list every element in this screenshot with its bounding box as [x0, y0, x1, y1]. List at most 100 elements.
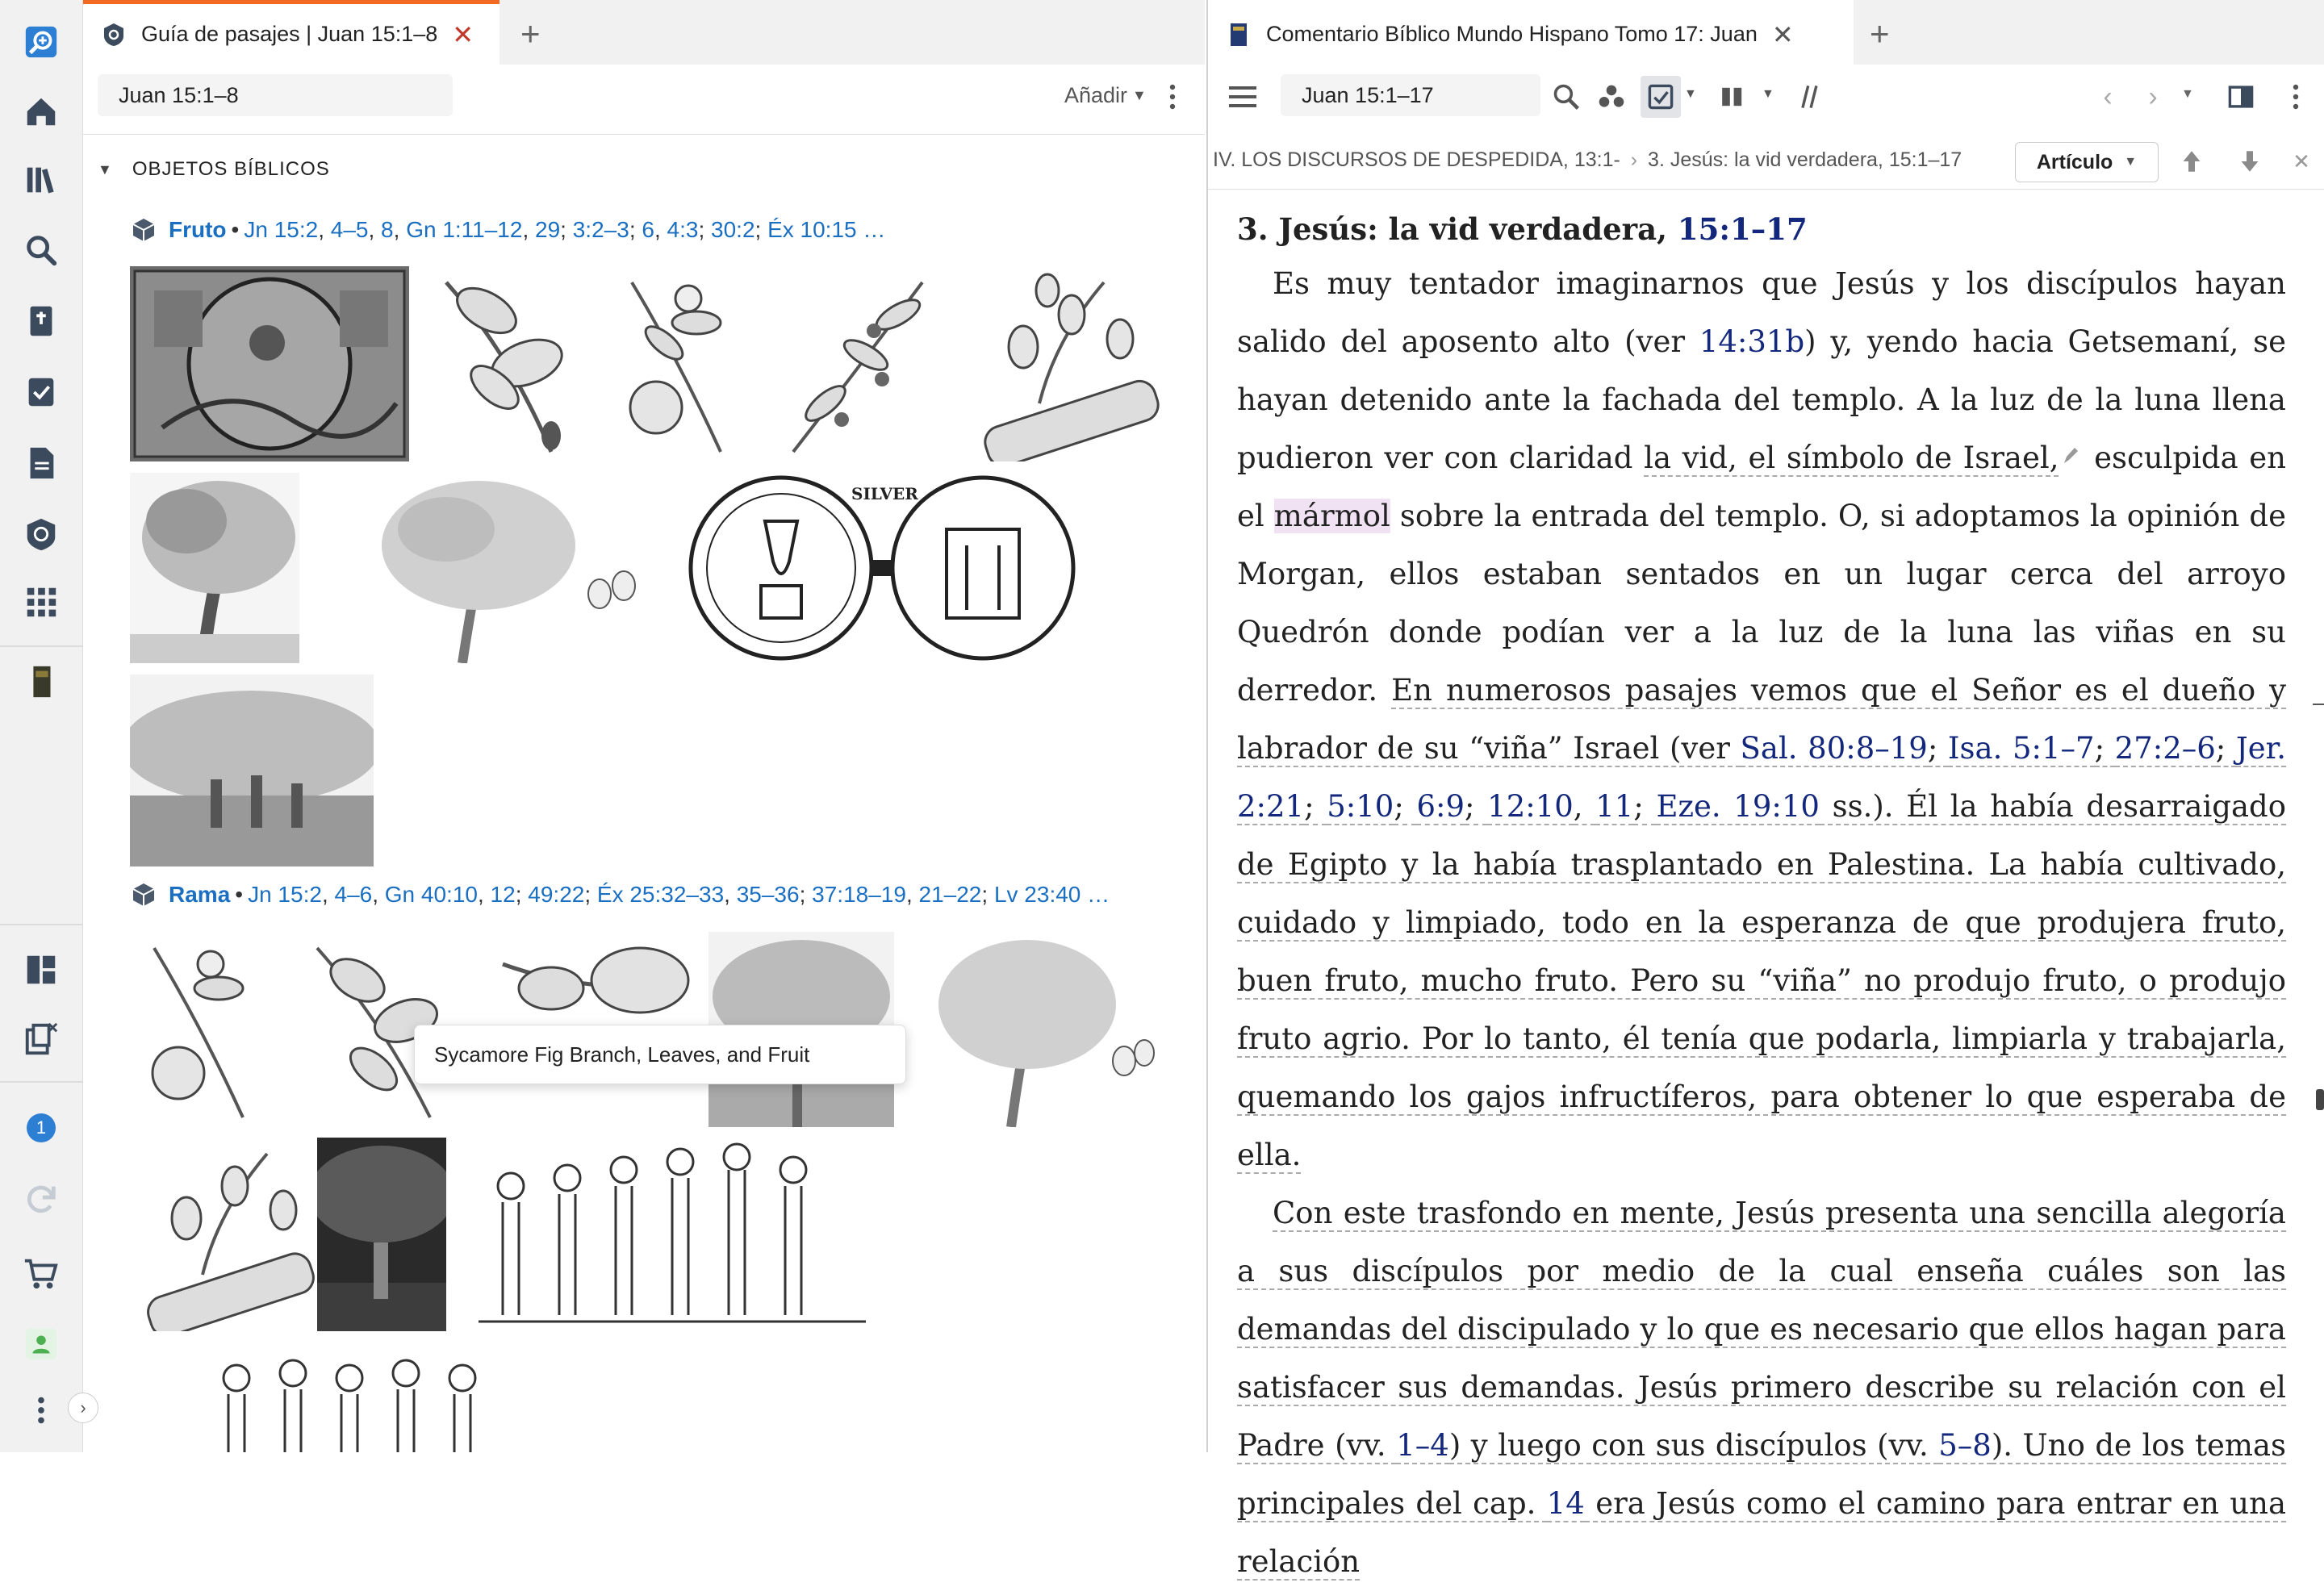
close-tab-icon[interactable]: ✕ [452, 19, 474, 50]
bible-book-icon[interactable] [17, 297, 65, 345]
panel-menu-icon[interactable] [2286, 81, 2305, 113]
verse-link[interactable]: 30:2 [711, 217, 755, 242]
breadcrumb-item[interactable]: 3. Jesús: la vid verdadera, 15:1–17 [1648, 148, 1962, 171]
verse-link[interactable]: 27:2–6 [2114, 731, 2216, 767]
heading-ref-link[interactable]: 15:1–17 [1678, 211, 1808, 247]
reference-input[interactable]: Juan 15:1–17 [1281, 74, 1540, 116]
verse-link[interactable]: 29 [535, 217, 560, 242]
verse-link[interactable]: 1–4 [1396, 1428, 1449, 1464]
scrollbar-thumb[interactable] [2316, 1089, 2324, 1110]
media-thumbnail-tree-scene[interactable] [130, 473, 299, 663]
recent-book-icon[interactable] [17, 658, 65, 706]
media-thumbnail-pomegranate-branch[interactable] [608, 266, 753, 461]
notifications-badge[interactable]: 1 [17, 1104, 65, 1152]
verse-link[interactable]: 35–36 [737, 882, 800, 907]
layouts-icon[interactable] [17, 946, 65, 994]
search-icon[interactable] [1550, 81, 1582, 113]
media-thumbnail-egyptian-procession-2[interactable] [204, 1346, 543, 1452]
clippings-icon[interactable] [17, 1015, 65, 1063]
media-thumbnail-mulberry-branch[interactable] [430, 266, 591, 461]
split-panel-icon[interactable] [2225, 81, 2257, 113]
hamburger-menu-icon[interactable] [1229, 81, 1256, 113]
breadcrumb-item[interactable]: IV. LOS DISCURSOS DE DESPEDIDA, 13:1- [1213, 148, 1620, 171]
previous-article-icon[interactable] [2176, 145, 2207, 177]
tab-passage-guide[interactable]: Guía de pasajes | Juan 15:1–8 ✕ [83, 0, 499, 65]
verse-link[interactable]: Jn 15:2 [248, 882, 322, 907]
verse-link[interactable]: 37:18–19 [812, 882, 906, 907]
verse-link[interactable]: Sal. 80:8–19 [1740, 731, 1928, 767]
media-thumbnail-silver-coin[interactable]: SILVER [672, 473, 1092, 663]
back-arrow-icon[interactable]: ‹ [2096, 81, 2120, 112]
verse-link[interactable]: 4–5 [331, 217, 369, 242]
media-thumbnail-sycamore-tree[interactable] [317, 473, 656, 663]
verse-link[interactable]: Éx 25:32–33 [597, 882, 724, 907]
verse-link[interactable]: Jn 15:2 [244, 217, 318, 242]
verse-link[interactable]: Éx 10:15 … [767, 217, 885, 242]
reading-view-toggle[interactable] [1641, 76, 1681, 118]
chevron-down-icon[interactable]: ▼ [1762, 87, 1774, 102]
article-dropdown[interactable]: Artículo ▼ [2015, 142, 2159, 182]
verse-link[interactable]: 21–22 [919, 882, 982, 907]
verse-link[interactable]: 4:3 [667, 217, 699, 242]
media-thumbnail-fig-branch[interactable] [959, 266, 1185, 461]
media-thumbnail-engraving[interactable] [130, 266, 409, 461]
media-thumbnail-olive-branch[interactable] [777, 266, 938, 461]
more-vertical-icon[interactable] [17, 1386, 65, 1434]
forward-arrow-icon[interactable]: › [2141, 81, 2165, 112]
add-tab-button[interactable]: + [520, 15, 541, 53]
add-button[interactable]: Añadir ▼ [1064, 81, 1147, 110]
verse-link[interactable]: 3:2–3 [573, 217, 629, 242]
apps-grid-icon[interactable] [17, 578, 65, 626]
add-tab-button[interactable]: + [1870, 15, 1890, 53]
media-thumbnail-harvest-scene[interactable] [130, 674, 374, 866]
close-tab-icon[interactable]: ✕ [1772, 19, 1794, 50]
reference-input[interactable]: Juan 15:1–8 [98, 74, 453, 116]
home-icon[interactable] [17, 87, 65, 136]
visual-filter-icon[interactable] [1595, 81, 1628, 113]
chevron-down-icon[interactable]: ▼ [1684, 87, 1697, 102]
columns-icon[interactable] [1716, 81, 1749, 113]
verse-link[interactable]: 4–6 [335, 882, 373, 907]
verse-link[interactable]: 5–8 [1938, 1428, 1992, 1464]
tab-commentary[interactable]: Comentario Bíblico Mundo Hispano Tomo 17… [1208, 0, 1854, 65]
vertical-scrollbar[interactable] [2316, 189, 2324, 1452]
next-article-icon[interactable] [2234, 145, 2265, 177]
verse-link[interactable]: 6:9 [1416, 789, 1465, 825]
verse-link[interactable]: 14:31b [1699, 324, 1804, 359]
history-chevron-icon[interactable]: ▼ [2181, 87, 2194, 102]
verse-link[interactable]: 11 [1595, 789, 1634, 825]
verse-link[interactable]: 14 [1546, 1486, 1585, 1522]
document-icon[interactable] [17, 439, 65, 487]
close-navbar-icon[interactable]: ✕ [2289, 147, 2314, 176]
media-thumbnail-fig-branch-2[interactable] [130, 1138, 332, 1331]
verse-link[interactable]: 5:10 [1327, 789, 1394, 825]
media-name[interactable]: Rama [169, 882, 230, 908]
logos-home-icon[interactable] [17, 18, 65, 66]
verse-link[interactable]: Gn 40:10 [385, 882, 478, 907]
media-thumbnail-egyptian-procession[interactable] [470, 1138, 874, 1331]
search-icon[interactable] [17, 226, 65, 274]
guide-icon[interactable] [17, 510, 65, 558]
library-icon[interactable] [17, 156, 65, 204]
highlighted-phrase[interactable]: la vid, el símbolo de Israel, [1644, 441, 2059, 477]
media-thumbnail-pomegranate-branch-2[interactable] [130, 932, 283, 1127]
parallel-resources-icon[interactable] [1791, 81, 1823, 113]
panel-menu-icon[interactable] [1163, 81, 1182, 113]
section-biblical-objects[interactable]: ▼ OBJETOS BÍBLICOS [98, 158, 330, 181]
verse-link[interactable]: 8 [381, 217, 394, 242]
verse-link[interactable]: 49:22 [528, 882, 584, 907]
verse-link[interactable]: 6 [642, 217, 654, 242]
user-account-icon[interactable] [17, 1320, 65, 1368]
verse-link[interactable]: Isa. 5:1–7 [1947, 731, 2095, 767]
media-thumbnail-storm-painting[interactable] [317, 1138, 446, 1331]
media-thumbnail-sycamore-tree-2[interactable] [914, 932, 1156, 1127]
verse-link[interactable]: Lv 23:40 … [994, 882, 1110, 907]
verse-link[interactable]: 12:10 [1487, 789, 1574, 825]
verse-link[interactable]: Gn 1:11–12 [406, 217, 522, 242]
verse-link[interactable]: 12 [491, 882, 516, 907]
media-name[interactable]: Fruto [169, 217, 227, 243]
search-highlight[interactable]: mármol [1273, 499, 1390, 533]
verse-link[interactable]: Eze. 19:10 [1656, 789, 1820, 825]
cart-icon[interactable] [17, 1249, 65, 1297]
sync-icon[interactable] [17, 1175, 65, 1223]
